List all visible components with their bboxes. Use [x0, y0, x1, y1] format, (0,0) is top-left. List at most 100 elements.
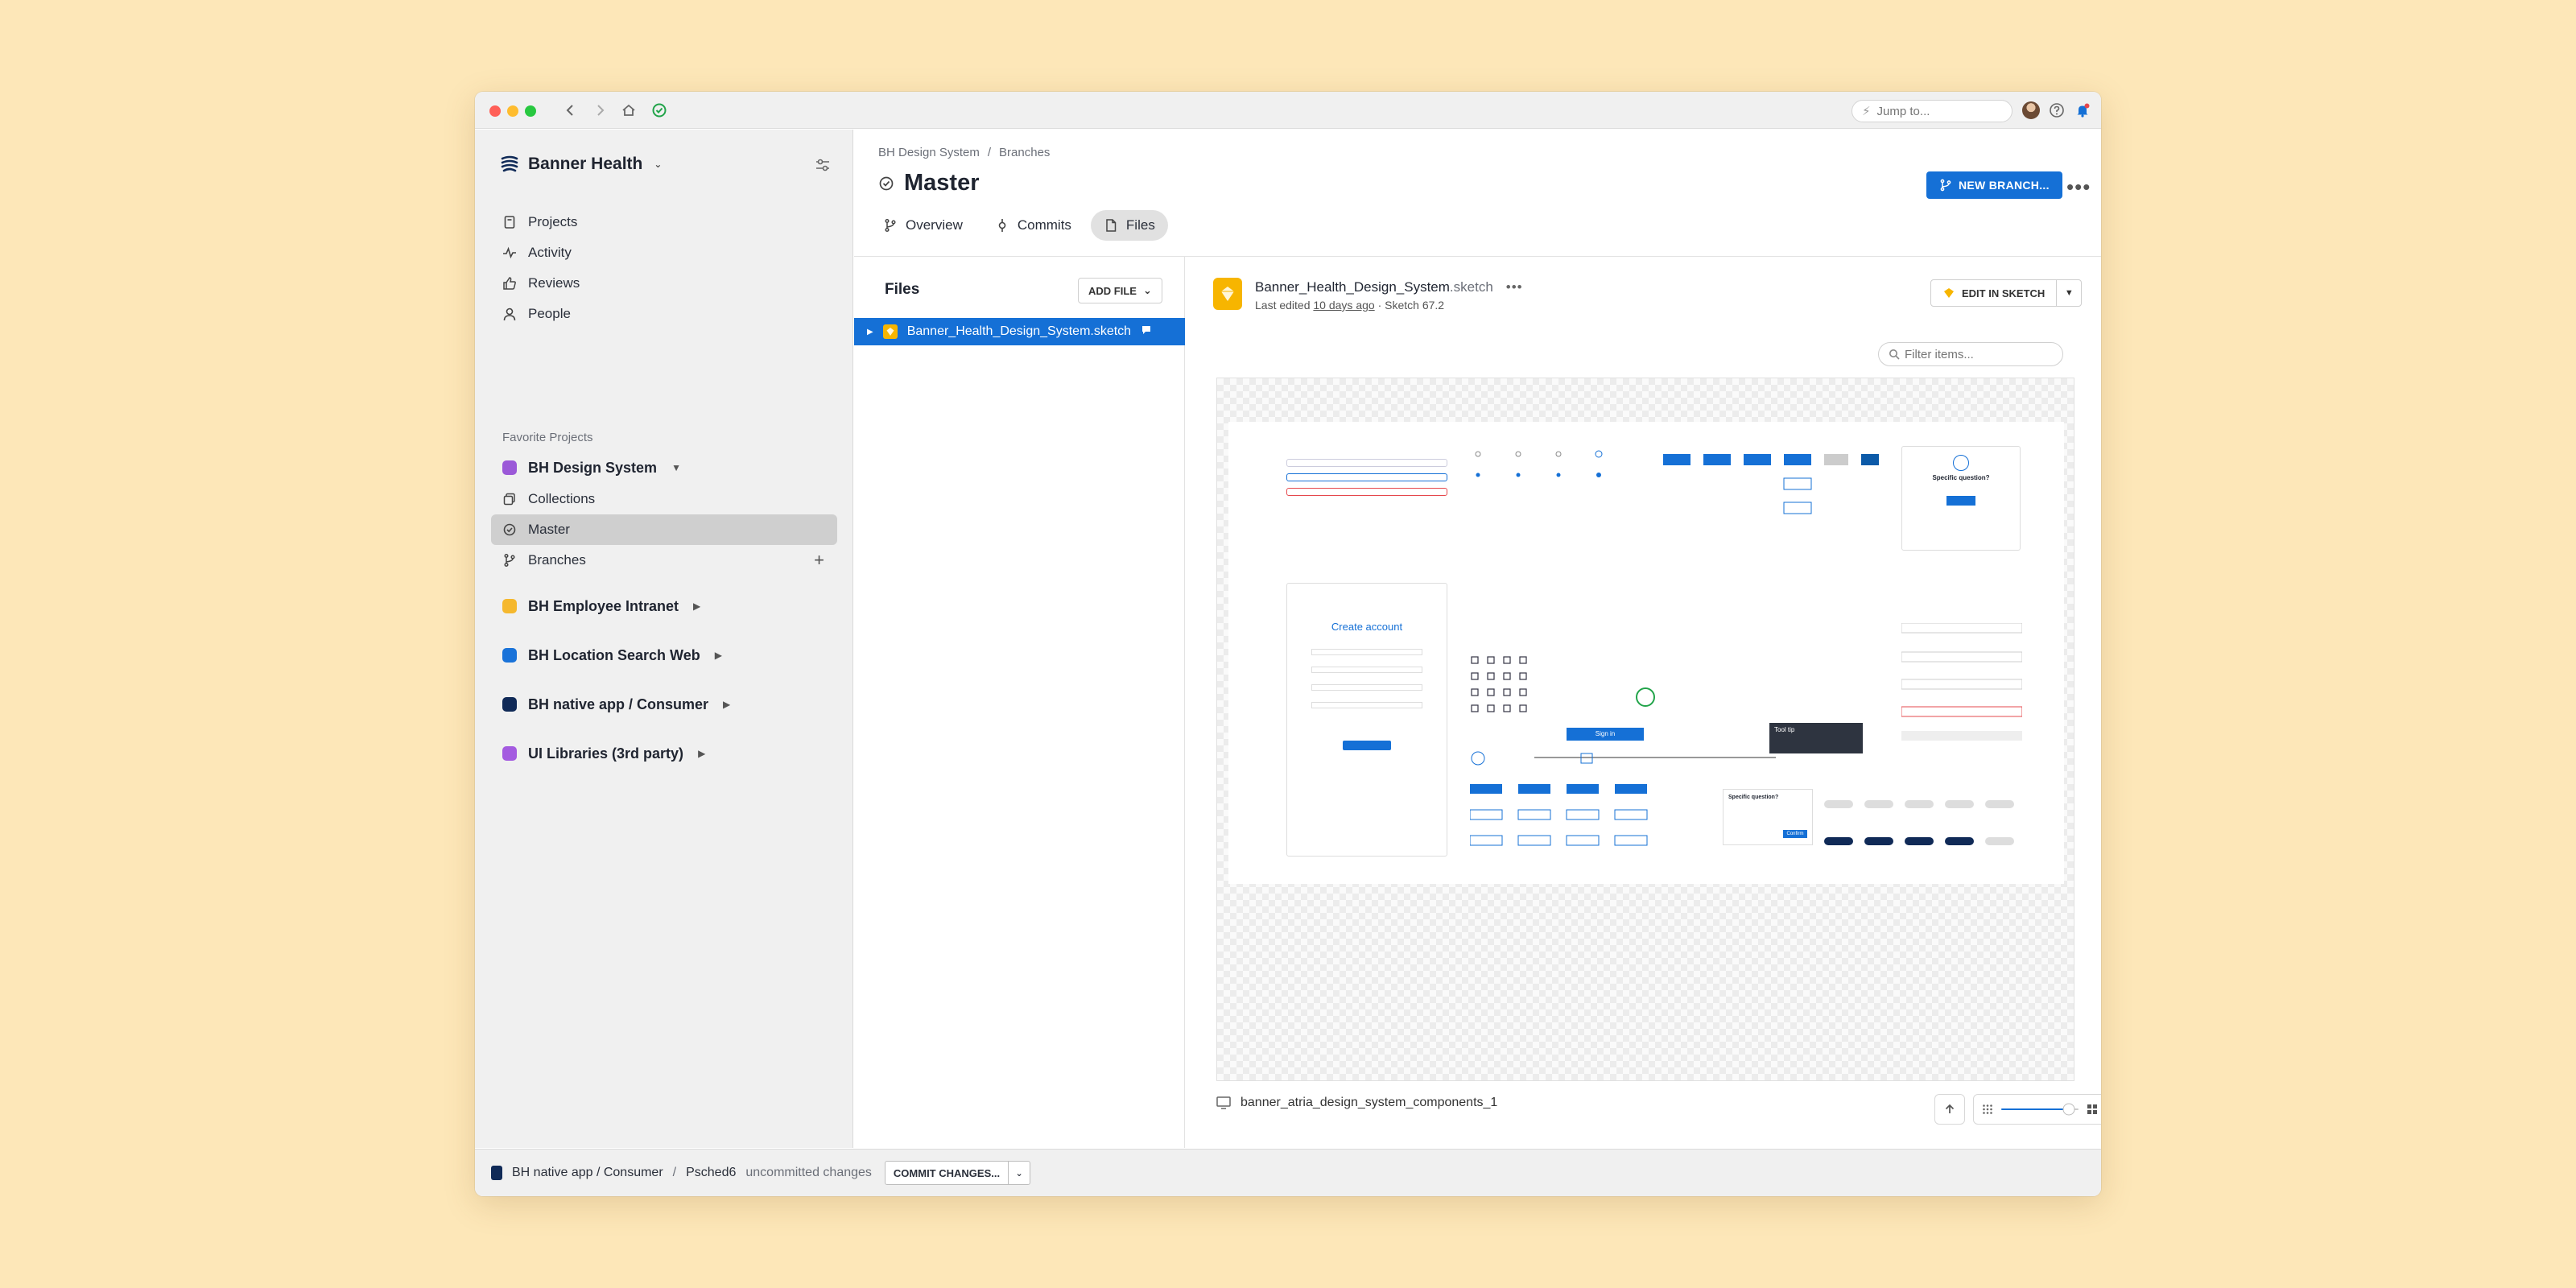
breadcrumb-branches-link[interactable]: Branches [999, 146, 1050, 159]
edit-in-sketch-button[interactable]: EDIT IN SKETCH ▼ [1930, 279, 2083, 307]
document-options-icon[interactable]: ••• [1506, 279, 1523, 295]
main-content: BH Design System / Branches Master NEW B… [854, 130, 2101, 1148]
more-options-icon[interactable]: ••• [2066, 175, 2091, 200]
sketch-diamond-icon [1944, 288, 1954, 298]
user-avatar[interactable] [2022, 101, 2040, 119]
help-icon[interactable] [2046, 100, 2067, 121]
add-file-button[interactable]: ADD FILE ⌄ [1078, 278, 1162, 303]
file-row-selected[interactable]: ▶ Banner_Health_Design_System.sketch [854, 318, 1185, 345]
sketch-document-icon [1213, 278, 1242, 310]
jump-to-search[interactable]: ⚡ [1852, 100, 2013, 122]
preview-tag-grid [1824, 800, 2033, 848]
preview-dialog-title: Specific question? [1932, 474, 1990, 481]
tab-overview[interactable]: Overview [870, 210, 976, 241]
sidebar-item-label: Branches [528, 552, 586, 568]
commit-options-dropdown[interactable]: ⌄ [1009, 1168, 1030, 1179]
sidebar-project-bh-location-search-web[interactable]: BH Location Search Web ▶ [491, 639, 837, 671]
zoom-in-grid-icon[interactable] [2087, 1104, 2098, 1115]
status-branch[interactable]: Psched6 [686, 1166, 736, 1180]
person-icon [503, 308, 516, 321]
jump-to-input[interactable] [1876, 104, 1998, 118]
favorites-heading: Favorite Projects [502, 431, 593, 444]
close-window-button[interactable] [489, 105, 501, 117]
sidebar-item-label: Reviews [528, 275, 580, 291]
preview-button-grid [1663, 454, 1880, 518]
project-color-dot [502, 697, 517, 712]
zoom-slider-group [1973, 1094, 2101, 1125]
sidebar-item-collections[interactable]: Collections [491, 484, 837, 514]
project-label: UI Libraries (3rd party) [528, 745, 684, 762]
collections-icon [503, 493, 515, 506]
preview-input-focused [1286, 473, 1447, 481]
app-window: ⚡ Banner Health ⌄ Projects [475, 92, 2101, 1196]
sidebar-item-master[interactable]: Master [491, 514, 837, 545]
edit-options-dropdown[interactable]: ▼ [2057, 288, 2081, 298]
activity-icon [503, 246, 516, 259]
sidebar-item-activity[interactable]: Activity [491, 237, 837, 268]
arrow-up-icon [1945, 1104, 1955, 1113]
meta-suffix: · Sketch 67.2 [1374, 299, 1445, 312]
sidebar-item-label: Master [528, 522, 570, 537]
zoom-slider[interactable] [2001, 1101, 2079, 1117]
notifications-bell-icon[interactable] [2072, 100, 2093, 121]
breadcrumb-project-link[interactable]: BH Design System [878, 146, 980, 159]
project-label: BH Employee Intranet [528, 597, 679, 614]
sidebar-item-projects[interactable]: Projects [491, 207, 837, 237]
sidebar-project-ui-libraries[interactable]: UI Libraries (3rd party) ▶ [491, 737, 837, 770]
page-title: Master [878, 170, 980, 196]
preview-confirm-popover: Specific question? Confirm [1723, 789, 1813, 845]
add-branch-icon[interactable]: + [814, 550, 824, 571]
caret-down-icon[interactable]: ▼ [671, 462, 681, 473]
zoom-controls [1934, 1094, 2101, 1125]
zoom-window-button[interactable] [525, 105, 536, 117]
preview-email-fields [1901, 622, 2023, 744]
sync-check-icon[interactable] [649, 100, 670, 121]
project-color-dot [502, 648, 517, 663]
chevron-down-icon: ⌄ [1142, 284, 1152, 296]
document-title: Banner_Health_Design_System.sketch ••• [1255, 279, 1523, 295]
document-meta: Last edited 10 days ago · Sketch 67.2 [1255, 299, 1444, 312]
preview-input-error [1286, 488, 1447, 496]
tab-files[interactable]: Files [1090, 210, 1168, 241]
file-icon [1106, 219, 1117, 232]
favorite-project-bh-design-system[interactable]: BH Design System ▼ [491, 452, 837, 484]
workspace-switcher[interactable]: Banner Health ⌄ [499, 154, 662, 175]
filter-items-input[interactable] [1905, 347, 2050, 361]
project-label: BH native app / Consumer [528, 696, 709, 712]
preview-radio-icons [1470, 446, 1631, 478]
expand-arrow-icon[interactable]: ▶ [693, 601, 700, 612]
status-project[interactable]: BH native app / Consumer [512, 1166, 663, 1180]
back-icon[interactable] [560, 100, 581, 121]
breadcrumb: BH Design System / Branches [878, 146, 1050, 159]
last-edited-link[interactable]: 10 days ago [1313, 299, 1374, 312]
new-branch-button[interactable]: NEW BRANCH... [1926, 171, 2062, 199]
preview-card-title: Create account [1331, 621, 1403, 633]
filter-items-search[interactable] [1878, 342, 2063, 366]
sidebar-item-people[interactable]: People [491, 299, 837, 329]
scroll-to-top-button[interactable] [1934, 1094, 1965, 1125]
forward-icon[interactable] [589, 100, 610, 121]
bolt-icon: ⚡ [1862, 105, 1871, 118]
minimize-window-button[interactable] [507, 105, 518, 117]
home-icon[interactable] [618, 100, 639, 121]
sidebar-project-bh-native-app[interactable]: BH native app / Consumer ▶ [491, 688, 837, 720]
commit-icon [998, 219, 1006, 232]
file-detail-pane: Banner_Health_Design_System.sketch ••• L… [1186, 257, 2101, 1148]
comment-icon[interactable] [1141, 324, 1152, 340]
workspace-name: Banner Health [528, 155, 643, 173]
expand-arrow-icon[interactable]: ▶ [867, 328, 873, 336]
sidebar-item-reviews[interactable]: Reviews [491, 268, 837, 299]
expand-arrow-icon[interactable]: ▶ [715, 650, 722, 661]
sidebar-settings-icon[interactable] [811, 154, 834, 176]
sidebar-item-branches[interactable]: Branches + [491, 545, 837, 576]
commit-changes-button[interactable]: COMMIT CHANGES... ⌄ [884, 1161, 1031, 1185]
artboard-preview-canvas[interactable]: Create account Sign in Tool tip Specific… [1216, 378, 2074, 1081]
preview-search-field [1286, 459, 1447, 467]
expand-arrow-icon[interactable]: ▶ [723, 699, 730, 710]
zoom-out-grid-icon[interactable] [1982, 1104, 1993, 1115]
expand-arrow-icon[interactable]: ▶ [698, 748, 705, 759]
sidebar-project-bh-employee-intranet[interactable]: BH Employee Intranet ▶ [491, 590, 837, 622]
tab-commits[interactable]: Commits [982, 210, 1084, 241]
artboard-preview: Create account Sign in Tool tip Specific… [1228, 422, 2064, 884]
files-pane: Files ADD FILE ⌄ ▶ Banner_Health_Design_… [854, 257, 1185, 1148]
